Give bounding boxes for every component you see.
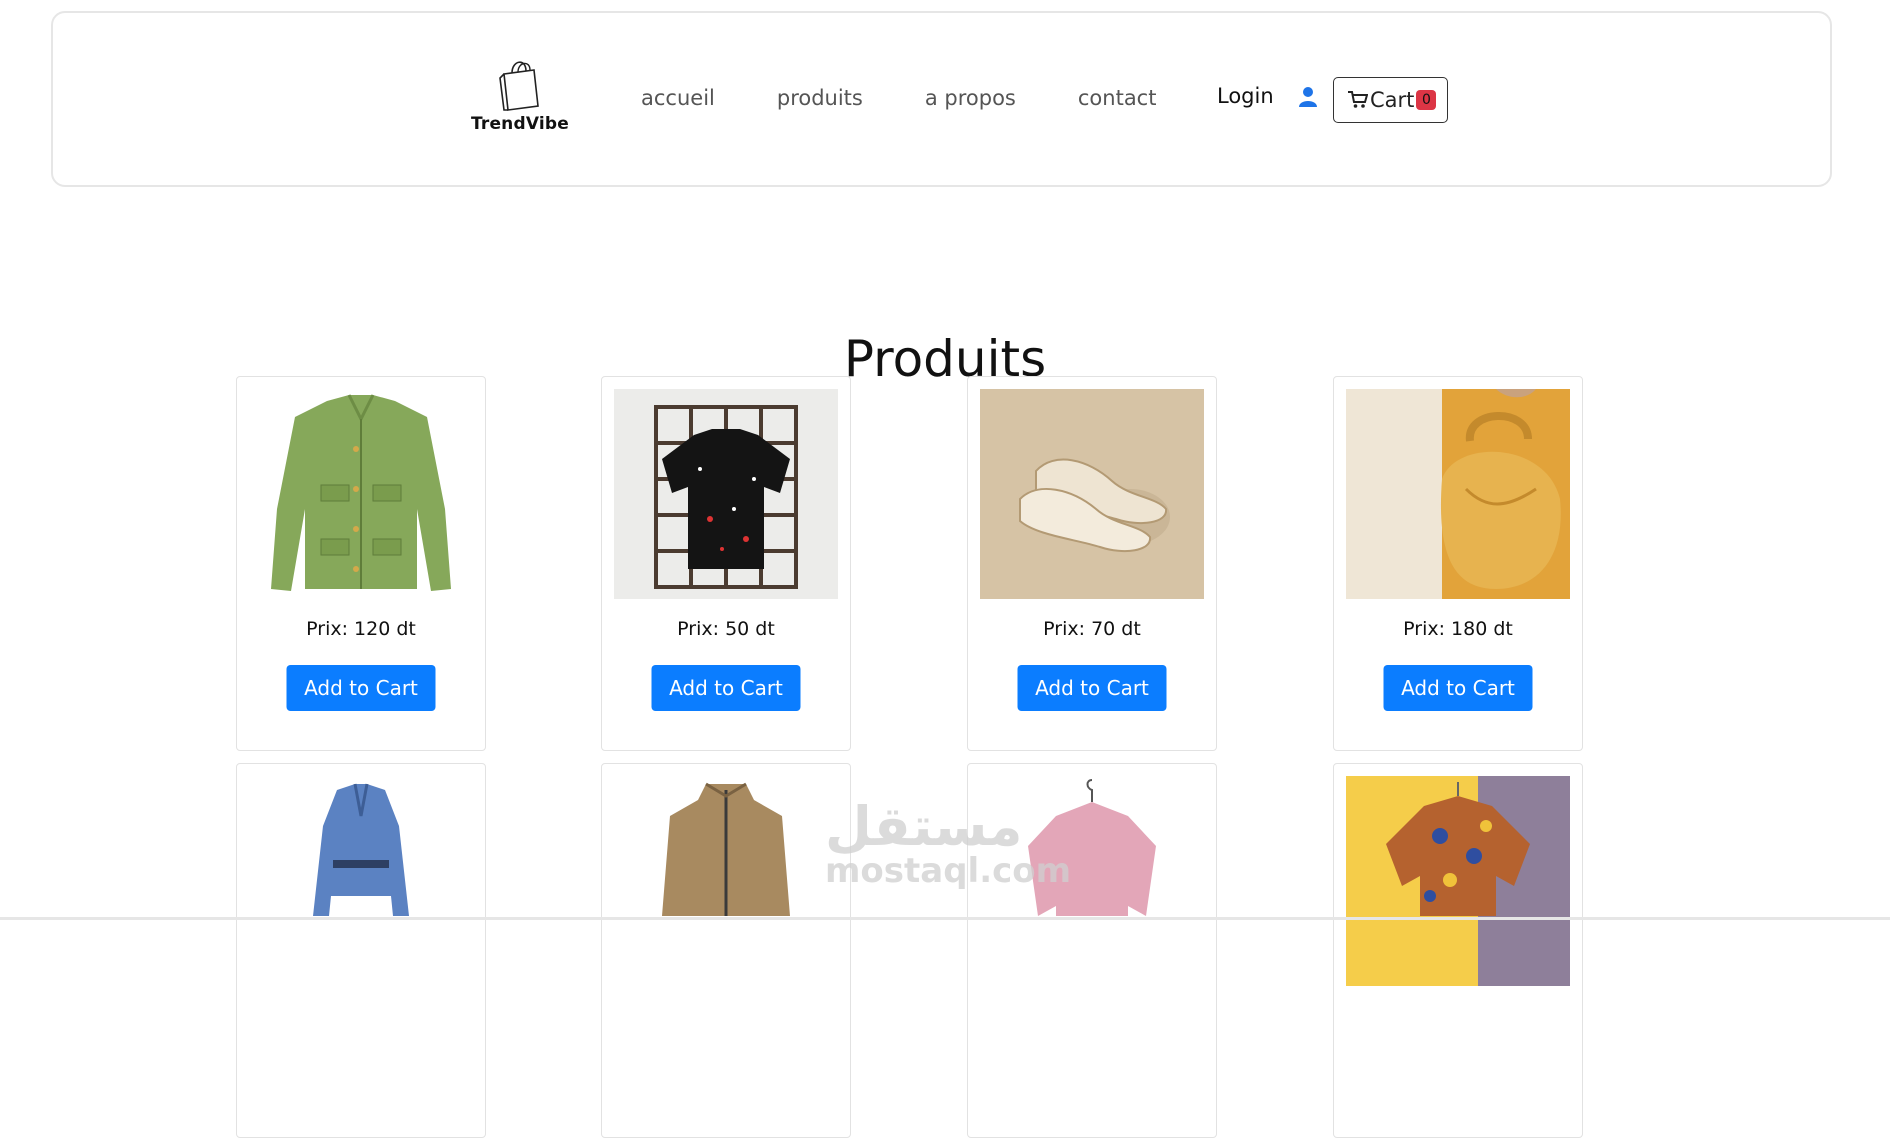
product-image-blue-dress[interactable] (249, 776, 473, 986)
brand-name: TrendVibe (470, 114, 570, 134)
product-price: Prix: 70 dt (1043, 618, 1141, 640)
product-image-green-jacket[interactable] (249, 389, 473, 599)
nav-link-contact[interactable]: contact (1078, 86, 1157, 110)
add-to-cart-button[interactable]: Add to Cart (286, 665, 436, 711)
product-image-cream-shoes[interactable] (980, 389, 1204, 599)
add-to-cart-button[interactable]: Add to Cart (1383, 665, 1533, 711)
watermark: مستقل mostaql.com (825, 795, 1072, 891)
product-price: Prix: 120 dt (306, 618, 416, 640)
cart-icon (1348, 91, 1368, 108)
cart-label: Cart (1370, 88, 1415, 112)
product-card (601, 763, 851, 1138)
cart-count-badge: 0 (1416, 90, 1437, 110)
shopping-bag-icon (499, 61, 539, 111)
add-to-cart-button[interactable]: Add to Cart (1017, 665, 1167, 711)
product-card: Prix: 120 dt Add to Cart (236, 376, 486, 751)
product-card (1333, 763, 1583, 1138)
product-image-khaki-jacket[interactable] (614, 776, 838, 986)
nav-link-produits[interactable]: produits (777, 86, 863, 110)
nav-link-accueil[interactable]: accueil (641, 86, 715, 110)
product-card: Prix: 50 dt Add to Cart (601, 376, 851, 751)
product-card: Prix: 70 dt Add to Cart (967, 376, 1217, 751)
add-to-cart-button[interactable]: Add to Cart (651, 665, 801, 711)
cart-button[interactable]: Cart 0 (1333, 77, 1448, 123)
product-price: Prix: 50 dt (677, 618, 775, 640)
product-card (236, 763, 486, 1138)
product-image-yellow-handbag[interactable] (1346, 389, 1570, 599)
product-image-patterned-blouse[interactable] (1346, 776, 1570, 986)
product-image-black-tshirt[interactable] (614, 389, 838, 599)
brand-logo[interactable]: TrendVibe (468, 56, 572, 134)
user-icon[interactable] (1298, 86, 1318, 108)
product-card: Prix: 180 dt Add to Cart (1333, 376, 1583, 751)
main-nav: accueil produits a propos contact (641, 84, 1156, 112)
product-price: Prix: 180 dt (1403, 618, 1513, 640)
nav-link-a-propos[interactable]: a propos (925, 86, 1016, 110)
login-link[interactable]: Login (1217, 84, 1274, 108)
